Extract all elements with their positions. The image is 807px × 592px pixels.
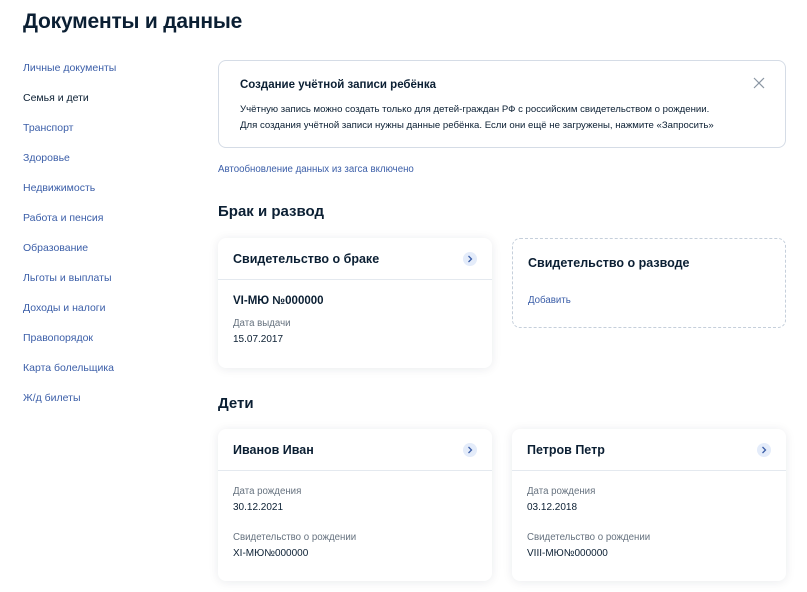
child-name: Иванов Иван [233, 442, 314, 457]
chevron-right-icon[interactable] [757, 442, 771, 457]
birth-certificate-value: XI-МЮ№000000 [233, 548, 309, 559]
page-title: Документы и данные [23, 10, 243, 33]
notice-title: Создание учётной записи ребёнка [240, 79, 437, 91]
sidebar-item-family-and-children[interactable]: Семья и дети [23, 92, 193, 122]
birth-date-label: Дата рождения [233, 486, 302, 497]
marriage-section-title: Брак и развод [218, 203, 325, 220]
sidebar-item-education[interactable]: Образование [23, 242, 193, 272]
page: Документы и данные Личные документы Семь… [0, 0, 807, 592]
sidebar-item-personal-documents[interactable]: Личные документы [23, 62, 193, 92]
sidebar-item-real-estate[interactable]: Недвижимость [23, 182, 193, 212]
chevron-right-icon[interactable] [463, 442, 477, 457]
children-section-title: Дети [218, 395, 254, 412]
child-card: Петров Петр Дата рождения 03.12.2018 Сви… [512, 429, 786, 581]
marriage-card-header[interactable]: Свидетельство о браке [218, 238, 492, 280]
child-account-notice: Создание учётной записи ребёнка Учётную … [218, 60, 786, 148]
divorce-card-title: Свидетельство о разводе [528, 256, 690, 270]
child-card-header[interactable]: Петров Петр [512, 429, 786, 471]
sidebar: Личные документы Семья и дети Транспорт … [23, 62, 193, 422]
add-divorce-certificate-link[interactable]: Добавить [528, 295, 571, 306]
marriage-certificate-number: VI-МЮ №000000 [233, 295, 324, 307]
sidebar-item-railway-tickets[interactable]: Ж/д билеты [23, 392, 193, 422]
child-card-body: Дата рождения 30.12.2021 Свидетельство о… [218, 471, 492, 559]
marriage-certificate-card: Свидетельство о браке VI-МЮ №000000 Дата… [218, 238, 492, 368]
close-icon[interactable] [753, 76, 765, 89]
sidebar-item-benefits[interactable]: Льготы и выплаты [23, 272, 193, 302]
child-card: Иванов Иван Дата рождения 30.12.2021 Сви… [218, 429, 492, 581]
divorce-certificate-card: Свидетельство о разводе Добавить [512, 238, 786, 328]
birth-certificate-value: VIII-МЮ№000000 [527, 548, 608, 559]
sidebar-item-health[interactable]: Здоровье [23, 152, 193, 182]
sidebar-item-transport[interactable]: Транспорт [23, 122, 193, 152]
birth-certificate-label: Свидетельство о рождении [233, 532, 357, 543]
birth-date-value: 03.12.2018 [527, 502, 578, 513]
chevron-right-icon[interactable] [463, 251, 477, 266]
issue-date-value: 15.07.2017 [233, 334, 284, 345]
notice-line-2: Для создания учётной записи нужны данные… [240, 120, 714, 131]
notice-text: Учётную запись можно создать только для … [240, 102, 764, 134]
child-card-header[interactable]: Иванов Иван [218, 429, 492, 471]
notice-line-1: Учётную запись можно создать только для … [240, 104, 710, 115]
autoupdate-link[interactable]: Автообновление данных из загса включено [218, 164, 414, 175]
birth-date-value: 30.12.2021 [233, 502, 284, 513]
child-card-body: Дата рождения 03.12.2018 Свидетельство о… [512, 471, 786, 559]
sidebar-item-fan-card[interactable]: Карта болельщика [23, 362, 193, 392]
sidebar-item-income-and-taxes[interactable]: Доходы и налоги [23, 302, 193, 332]
birth-certificate-label: Свидетельство о рождении [527, 532, 651, 543]
marriage-card-title: Свидетельство о браке [233, 251, 380, 266]
marriage-card-body: VI-МЮ №000000 Дата выдачи 15.07.2017 [218, 280, 492, 345]
child-name: Петров Петр [527, 442, 605, 457]
issue-date-label: Дата выдачи [233, 318, 291, 329]
sidebar-item-work-and-pension[interactable]: Работа и пенсия [23, 212, 193, 242]
main-content: Создание учётной записи ребёнка Учётную … [218, 60, 786, 581]
sidebar-item-law-enforcement[interactable]: Правопорядок [23, 332, 193, 362]
birth-date-label: Дата рождения [527, 486, 596, 497]
